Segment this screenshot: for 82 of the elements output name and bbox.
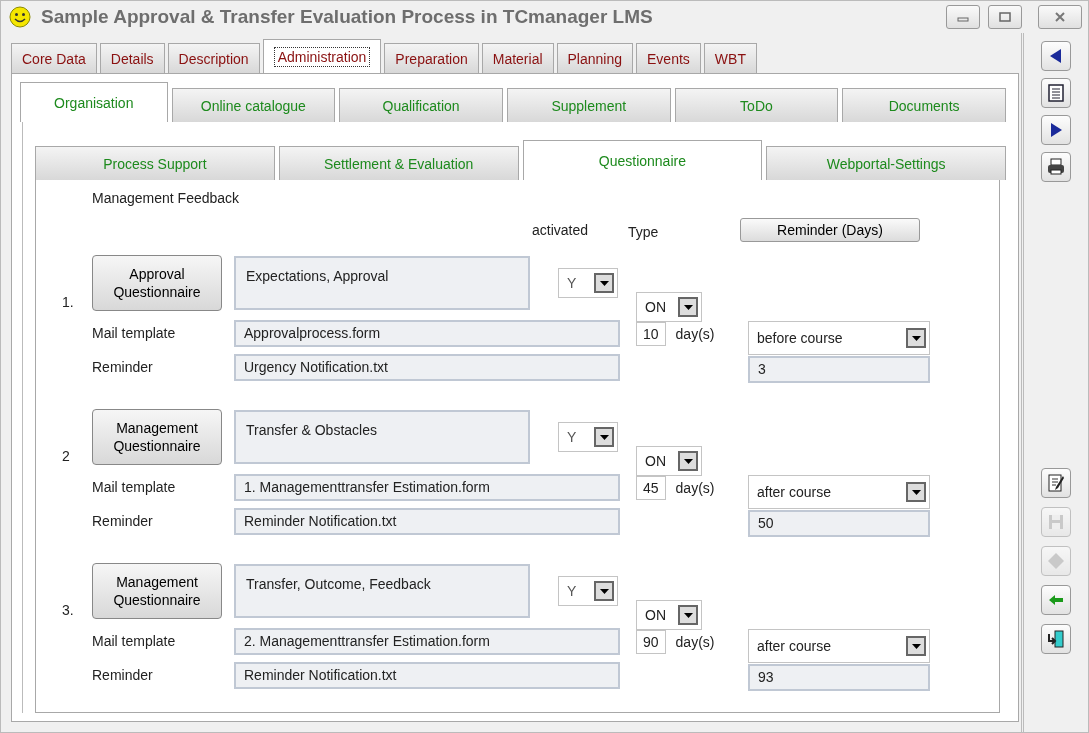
description-field[interactable]: Transfer & Obstacles [234, 410, 530, 464]
activated-dropdown[interactable]: Y [558, 422, 618, 452]
activated-dropdown[interactable]: Y [558, 576, 618, 606]
mail-template-field[interactable]: 2. Managementtransfer Estimation.form [234, 627, 620, 655]
row-number: 2 [62, 448, 71, 466]
maximize-icon [998, 11, 1012, 23]
tab[interactable]: Webportal-Settings [766, 146, 1006, 180]
caret-icon [683, 458, 693, 464]
field-label: Mail template [92, 633, 177, 649]
type-dropdown[interactable]: ON [636, 446, 702, 476]
days-unit: day(s) [675, 326, 715, 342]
tab[interactable]: Qualification [339, 88, 503, 122]
timing-dropdown[interactable]: after course [748, 629, 930, 663]
row-number: 1. [62, 294, 75, 312]
tab[interactable]: Questionnaire [522, 140, 763, 180]
reminder-field[interactable]: Reminder Notification.txt [234, 507, 620, 535]
questionnaire-button[interactable]: Management Questionnaire [92, 409, 222, 465]
tab[interactable]: Online catalogue [171, 88, 336, 122]
row-number: 3. [62, 602, 75, 620]
tab[interactable]: Settlement & Evaluation [278, 146, 519, 180]
timing-dropdown[interactable]: after course [748, 475, 930, 509]
reminder-days-field[interactable]: 50 [748, 509, 930, 537]
days-unit: day(s) [675, 634, 715, 650]
questionnaire-button[interactable]: Approval Questionnaire [92, 255, 222, 311]
tab[interactable]: Supplement [506, 88, 671, 122]
section-title: Management Feedback [92, 190, 241, 206]
reminder-days-field[interactable]: 3 [748, 355, 930, 383]
field-label: Reminder [92, 359, 154, 375]
smiley-icon [9, 6, 31, 28]
reminder-field[interactable]: Reminder Notification.txt [234, 661, 620, 689]
description-field[interactable]: Transfer, Outcome, Feedback [234, 564, 530, 618]
minimize-button[interactable] [946, 5, 980, 29]
tab[interactable]: Process Support [35, 146, 275, 180]
field-label: Mail template [92, 325, 177, 341]
caret-icon [683, 304, 693, 310]
tab[interactable]: Details [99, 43, 165, 73]
days-unit: day(s) [675, 480, 715, 496]
type-dropdown[interactable]: ON [636, 600, 702, 630]
edit-document-icon[interactable] [1041, 468, 1071, 498]
tab[interactable]: Administration [262, 39, 382, 73]
days-field[interactable]: 10 [636, 322, 666, 346]
field-label: Reminder [92, 667, 154, 683]
column-header: Type [628, 224, 660, 242]
caret-icon [599, 588, 609, 594]
list-icon[interactable] [1041, 78, 1071, 108]
tab[interactable]: Preparation [384, 43, 479, 73]
field-label: Reminder [92, 513, 154, 529]
field-label: Mail template [92, 479, 177, 495]
tab[interactable]: ToDo [674, 88, 839, 122]
caret-icon [599, 434, 609, 440]
tab[interactable]: Documents [842, 88, 1006, 122]
column-header: activated [532, 222, 590, 240]
description-field[interactable]: Expectations, Approval [234, 256, 530, 310]
tab[interactable]: Organisation [20, 82, 168, 122]
timing-dropdown[interactable]: before course [748, 321, 930, 355]
close-button[interactable] [1038, 5, 1082, 29]
tab[interactable]: Events [636, 43, 701, 73]
days-field[interactable]: 45 [636, 476, 666, 500]
type-dropdown[interactable]: ON [636, 292, 702, 322]
tab[interactable]: Planning [556, 43, 634, 73]
caret-icon [911, 335, 921, 341]
questionnaire-button[interactable]: Management Questionnaire [92, 563, 222, 619]
close-icon [1053, 11, 1067, 23]
caret-icon [599, 280, 609, 286]
activated-dropdown[interactable]: Y [558, 268, 618, 298]
caret-icon [911, 489, 921, 495]
caret-icon [911, 643, 921, 649]
maximize-button[interactable] [988, 5, 1022, 29]
window-title: Sample Approval & Transfer Evaluation Process in TCmanager LMS [41, 6, 653, 28]
print-icon[interactable] [1041, 152, 1071, 182]
mail-template-field[interactable]: 1. Managementtransfer Estimation.form [234, 473, 620, 501]
tab[interactable]: WBT [703, 43, 757, 73]
tab[interactable]: Core Data [11, 43, 97, 73]
reminder-field[interactable]: Urgency Notification.txt [234, 353, 620, 381]
tab[interactable]: Material [481, 43, 554, 73]
tab[interactable]: Description [167, 43, 260, 73]
reminder-days-button[interactable]: Reminder (Days) [740, 218, 920, 242]
mail-template-field[interactable]: Approvalprocess.form [234, 319, 620, 347]
days-field[interactable]: 90 [636, 630, 666, 654]
reminder-days-field[interactable]: 93 [748, 663, 930, 691]
caret-icon [683, 612, 693, 618]
exit-door-icon[interactable] [1041, 624, 1071, 654]
